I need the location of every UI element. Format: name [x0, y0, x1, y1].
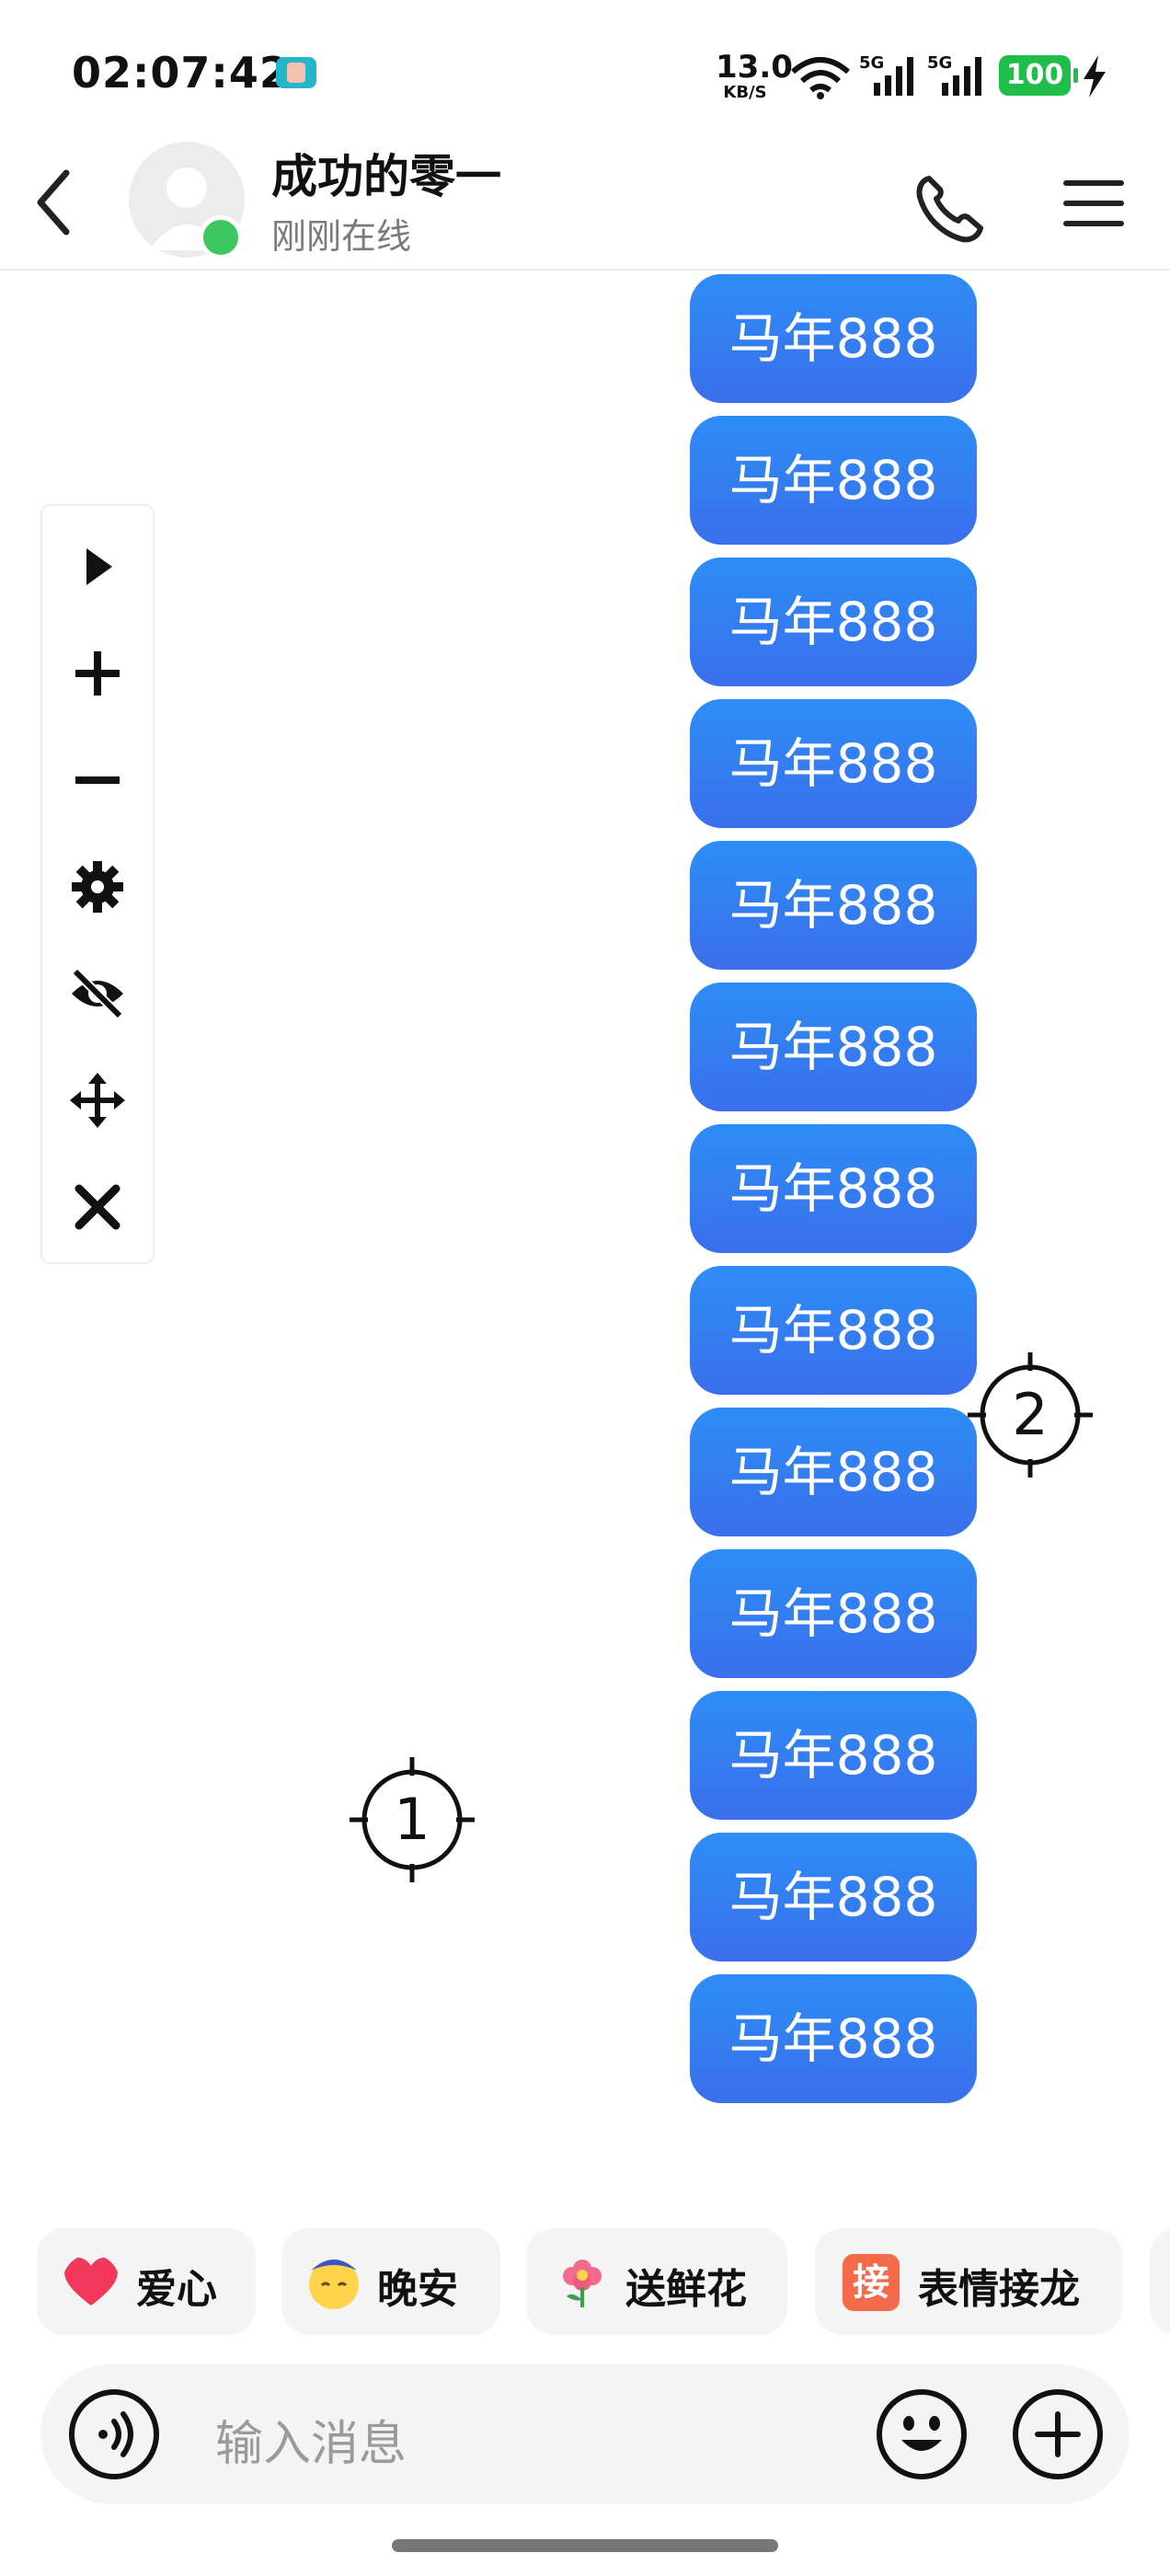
- moon-face-icon: [309, 2260, 359, 2309]
- message-bubble[interactable]: 马年888: [690, 416, 977, 545]
- svg-text:5G: 5G: [927, 53, 952, 73]
- message-input[interactable]: 输入消息: [215, 2405, 407, 2474]
- quick-reply-heart[interactable]: 爱心: [37, 2228, 256, 2335]
- move-icon[interactable]: [68, 1071, 127, 1130]
- message-bubble[interactable]: 马年888: [690, 1408, 977, 1536]
- message-bubble[interactable]: 马年888: [690, 699, 977, 828]
- quick-reply-label: 爱心: [136, 2266, 217, 2313]
- status-time: 02:07:42: [72, 48, 290, 98]
- jie-badge-icon: 接: [843, 2254, 900, 2311]
- message-input-bar: 输入消息: [40, 2364, 1130, 2504]
- net-speed: 13.0 KB/S: [716, 49, 793, 102]
- minus-icon[interactable]: [68, 751, 127, 810]
- message-bubble[interactable]: 马年888: [690, 558, 977, 686]
- svg-text:5G: 5G: [859, 53, 884, 73]
- voice-input-icon[interactable]: [66, 2386, 162, 2482]
- message-bubble[interactable]: 马年888: [690, 274, 977, 403]
- message-bubble[interactable]: 马年888: [690, 1549, 977, 1678]
- back-arrow-icon[interactable]: [26, 166, 81, 239]
- target-marker-label: 2: [1012, 1381, 1049, 1448]
- presence-status: 刚刚在线: [271, 216, 412, 257]
- message-bubble[interactable]: 马年888: [690, 1266, 977, 1395]
- online-status-dot: [199, 215, 243, 259]
- signal-5g-icon-2: 5G: [927, 53, 981, 96]
- message-bubble[interactable]: 马年888: [690, 1124, 977, 1253]
- message-bubble[interactable]: 马年888: [690, 1974, 977, 2103]
- heart-icon: [64, 2258, 118, 2306]
- plus-icon[interactable]: [68, 644, 127, 703]
- message-list[interactable]: 马年888 马年888 马年888 马年888 马年888 马年888 马年888 马年888…: [0, 270, 1170, 2184]
- eye-off-icon[interactable]: [68, 964, 127, 1023]
- target-marker-1[interactable]: 1: [348, 1755, 476, 1884]
- message-bubble[interactable]: 马年888: [690, 1691, 977, 1820]
- charging-icon: [1084, 55, 1106, 98]
- quick-reply-bar: 爱心 晚安 送鲜花 接 表情接龙: [37, 2228, 1170, 2339]
- target-marker-label: 1: [394, 1786, 430, 1853]
- home-indicator[interactable]: [392, 2539, 778, 2552]
- signal-5g-icon: 5G: [859, 53, 913, 96]
- app-notification-icon: [276, 57, 316, 88]
- contact-name[interactable]: 成功的零一: [271, 140, 501, 206]
- play-icon[interactable]: [68, 537, 127, 596]
- quick-reply-label: 送鲜花: [625, 2266, 747, 2313]
- gear-icon[interactable]: [68, 857, 127, 916]
- flower-icon: [563, 2260, 602, 2307]
- chat-header: 成功的零一 刚刚在线: [0, 138, 1170, 270]
- target-marker-2[interactable]: 2: [966, 1351, 1095, 1479]
- battery-indicator: 100: [999, 55, 1078, 96]
- quick-reply-next[interactable]: [1150, 2228, 1170, 2335]
- menu-icon[interactable]: [1058, 171, 1131, 236]
- quick-reply-emoji-chain[interactable]: 接 表情接龙: [815, 2228, 1122, 2335]
- close-icon[interactable]: [68, 1178, 127, 1236]
- message-bubble[interactable]: 马年888: [690, 841, 977, 970]
- floating-tool-panel: [40, 504, 155, 1264]
- message-bubble[interactable]: 马年888: [690, 1833, 977, 1961]
- plus-circle-icon[interactable]: [1010, 2386, 1106, 2482]
- quick-reply-goodnight[interactable]: 晚安: [281, 2228, 500, 2335]
- phone-call-icon[interactable]: [911, 169, 988, 247]
- status-bar: 02:07:42 13.0 KB/S 5G 5G 100: [0, 0, 1170, 138]
- net-speed-unit: KB/S: [723, 83, 767, 102]
- emoji-icon[interactable]: [874, 2386, 969, 2482]
- quick-reply-label: 晚安: [377, 2266, 458, 2313]
- message-bubble[interactable]: 马年888: [690, 983, 977, 1111]
- net-speed-value: 13.0: [716, 49, 793, 86]
- sent-messages: 马年888 马年888 马年888 马年888 马年888 马年888 马年888 马年888…: [690, 270, 977, 2116]
- quick-reply-flower[interactable]: 送鲜花: [526, 2228, 787, 2335]
- wifi-icon: [791, 57, 850, 99]
- quick-reply-label: 表情接龙: [918, 2266, 1080, 2313]
